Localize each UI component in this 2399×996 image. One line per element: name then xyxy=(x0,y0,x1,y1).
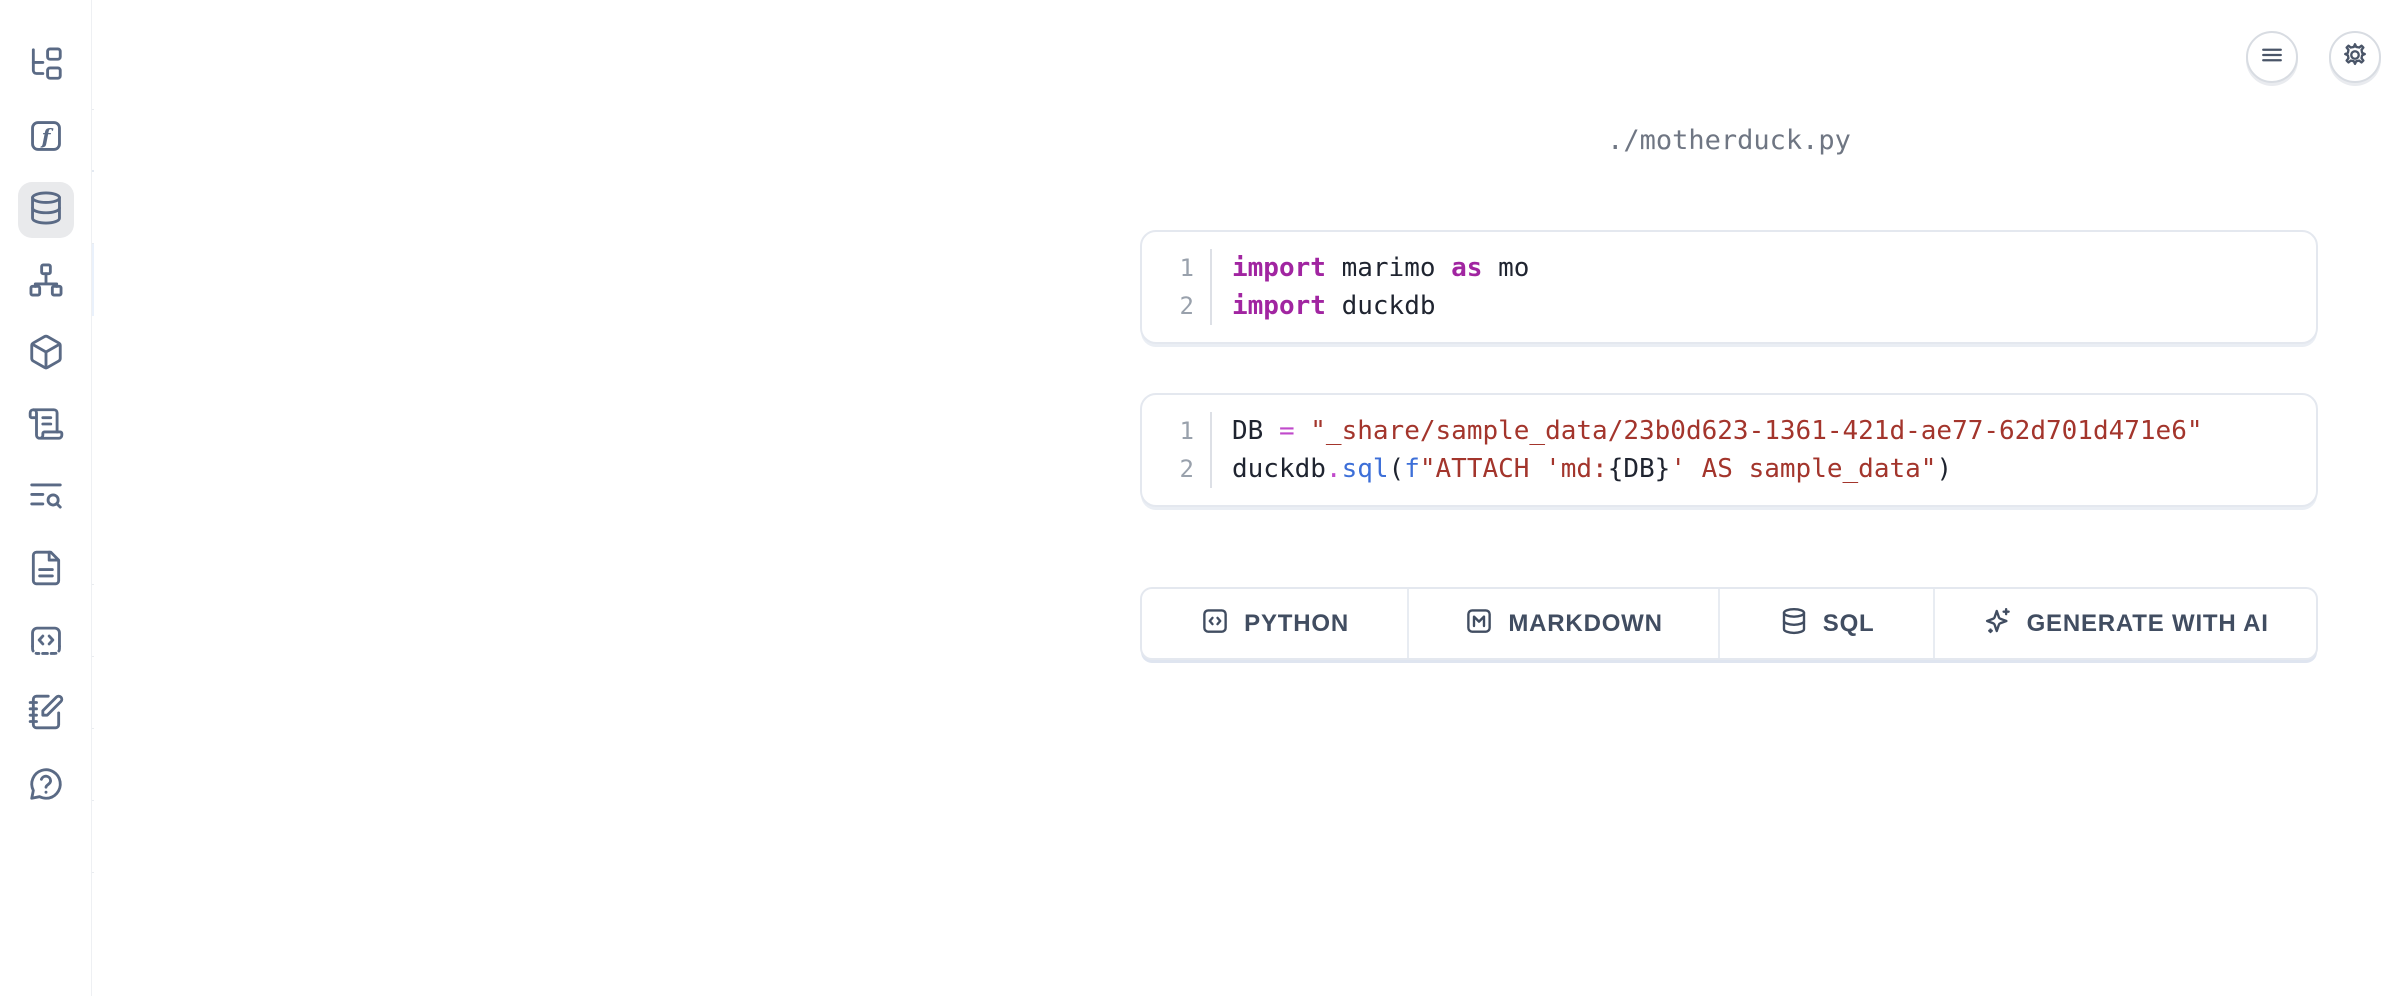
add-markdown-cell-button[interactable]: MARKDOWN xyxy=(1407,589,1718,658)
line-number: 2 xyxy=(1142,450,1212,488)
code-text: import duckdb xyxy=(1212,287,1436,325)
square-code-icon xyxy=(1200,606,1230,641)
sidebar-item-outline[interactable] xyxy=(18,398,74,454)
line-number: 1 xyxy=(1142,412,1212,450)
line-number: 2 xyxy=(1142,287,1212,325)
add-python-cell-button[interactable]: PYTHON xyxy=(1142,589,1407,658)
sidebar-item-variables[interactable]: f xyxy=(18,110,74,166)
settings-button[interactable] xyxy=(2329,31,2381,83)
button-label: PYTHON xyxy=(1244,610,1349,638)
scroll-icon xyxy=(27,405,65,448)
sidebar-item-snippets[interactable] xyxy=(18,614,74,670)
code-line: 2 import duckdb xyxy=(1142,287,2316,325)
activity-sidebar: f xyxy=(0,0,92,996)
file-tree-icon xyxy=(27,45,65,88)
sidebar-item-help[interactable] xyxy=(18,758,74,814)
cube-icon xyxy=(27,333,65,376)
square-m-markdown-icon xyxy=(1464,606,1494,641)
code-cell[interactable]: 1 import marimo as mo 2 import duckdb xyxy=(1140,230,2318,344)
code-text: import marimo as mo xyxy=(1212,249,1529,287)
menu-button[interactable] xyxy=(2246,31,2298,83)
hamburger-icon xyxy=(2258,41,2286,74)
code-line: 2 duckdb.sql(f"ATTACH 'md:{DB}' AS sampl… xyxy=(1142,450,2316,488)
sidebar-item-documentation[interactable] xyxy=(18,542,74,598)
sidebar-item-dependencies[interactable] xyxy=(18,254,74,310)
line-number: 1 xyxy=(1142,249,1212,287)
list-search-icon xyxy=(27,477,65,520)
sidebar-item-logs[interactable] xyxy=(18,470,74,526)
code-text: duckdb.sql(f"ATTACH 'md:{DB}' AS sample_… xyxy=(1212,450,1952,488)
notebook-edit-icon xyxy=(27,693,65,736)
database-icon xyxy=(1779,606,1809,641)
sidebar-item-datasources[interactable] xyxy=(18,182,74,238)
add-sql-cell-button[interactable]: SQL xyxy=(1718,589,1933,658)
function-icon: f xyxy=(27,117,65,160)
gear-icon xyxy=(2341,41,2369,74)
add-cell-toolbar: PYTHON MARKDOWN SQL xyxy=(1140,587,2318,660)
generate-with-ai-button[interactable]: GENERATE WITH AI xyxy=(1933,589,2316,658)
sparkles-icon xyxy=(1983,606,2013,641)
button-label: SQL xyxy=(1823,610,1875,638)
svg-text:f: f xyxy=(39,124,53,148)
sitemap-icon xyxy=(27,261,65,304)
help-icon xyxy=(27,765,65,808)
notebook-area: ./motherduck.py 1 import marimo as mo 2 … xyxy=(94,0,2399,996)
app-window: f xyxy=(0,0,2399,996)
database-icon xyxy=(27,189,65,232)
notebook-filename[interactable]: ./motherduck.py xyxy=(1140,125,2318,156)
sidebar-item-packages[interactable] xyxy=(18,326,74,382)
sidebar-item-file-explorer[interactable] xyxy=(18,38,74,94)
code-snippet-icon xyxy=(27,621,65,664)
document-icon xyxy=(27,549,65,592)
code-line: 1 import marimo as mo xyxy=(1142,249,2316,287)
code-cell[interactable]: 1 DB = "_share/sample_data/23b0d623-1361… xyxy=(1140,393,2318,507)
button-label: GENERATE WITH AI xyxy=(2027,610,2269,638)
sidebar-item-scratchpad[interactable] xyxy=(18,686,74,742)
code-line: 1 DB = "_share/sample_data/23b0d623-1361… xyxy=(1142,412,2316,450)
code-text: DB = "_share/sample_data/23b0d623-1361-4… xyxy=(1212,412,2203,450)
button-label: MARKDOWN xyxy=(1508,610,1662,638)
